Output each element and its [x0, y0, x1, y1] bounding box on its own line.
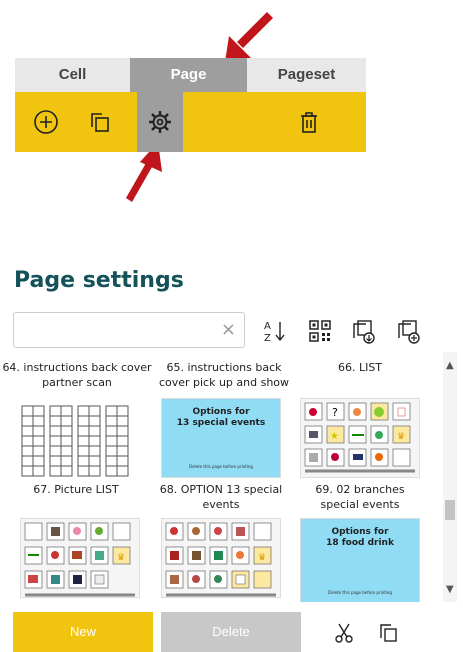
- tab-pageset[interactable]: Pageset: [247, 58, 366, 92]
- svg-text:★: ★: [330, 431, 339, 442]
- thumb-title-68: Options for 13 special events: [176, 407, 266, 428]
- search-field[interactable]: ×: [13, 312, 245, 348]
- search-input[interactable]: [20, 314, 224, 348]
- symbol-grid-thumbnail: ♛: [24, 522, 135, 597]
- copy-icon[interactable]: [378, 622, 400, 644]
- cut-icon[interactable]: [333, 622, 355, 644]
- page-thumb-67[interactable]: [16, 400, 134, 478]
- page-settings-button[interactable]: [137, 92, 183, 152]
- trash-icon: [301, 112, 317, 133]
- svg-text:♛: ♛: [258, 553, 266, 563]
- page-label-65[interactable]: 65. instructions back cover pick up and …: [154, 360, 294, 390]
- page-label-64[interactable]: 64. instructions back cover partner scan: [2, 360, 152, 390]
- svg-text:Z: Z: [264, 333, 271, 344]
- page-thumb-69[interactable]: ? ★ ♛: [300, 398, 420, 478]
- tab-cell[interactable]: Cell: [15, 58, 130, 92]
- page-title: Page settings: [14, 268, 184, 293]
- thumb-note-72: Delete this page before printing: [328, 590, 392, 595]
- grid-thumbnail: [21, 405, 129, 477]
- page-list[interactable]: 64. instructions back cover partner scan…: [0, 352, 443, 602]
- new-button[interactable]: New: [13, 612, 153, 652]
- scroll-down-icon[interactable]: ▼: [446, 584, 454, 595]
- export-icon[interactable]: [350, 318, 376, 344]
- sort-az-icon[interactable]: A Z: [262, 318, 288, 344]
- add-page-icon[interactable]: [395, 318, 421, 344]
- thumb-note-68: Delete this page before printing: [189, 464, 253, 469]
- delete-page-button[interactable]: [286, 92, 332, 152]
- qr-icon[interactable]: [307, 318, 333, 344]
- scroll-up-icon[interactable]: ▲: [446, 360, 454, 371]
- page-label-66[interactable]: 66. LIST: [300, 360, 420, 375]
- page-toolbar: [15, 92, 366, 152]
- page-thumb-68[interactable]: Options for 13 special events Delete thi…: [161, 398, 281, 478]
- scrollbar-thumb[interactable]: [445, 500, 455, 520]
- page-label-68[interactable]: 68. OPTION 13 special events: [158, 482, 284, 512]
- copy-page-button[interactable]: [77, 92, 123, 152]
- symbol-grid-thumbnail: ? ★ ♛: [304, 402, 415, 473]
- tab-page[interactable]: Page: [130, 58, 247, 92]
- scrollbar[interactable]: ▲ ▼: [443, 352, 457, 602]
- thumb-title-72: Options for 18 food drink: [326, 527, 394, 548]
- page-thumb-70[interactable]: ♛: [20, 518, 140, 598]
- add-icon: [34, 110, 58, 134]
- svg-text:♛: ♛: [117, 553, 125, 563]
- delete-button[interactable]: Delete: [161, 612, 301, 652]
- gear-icon: [149, 111, 171, 133]
- page-label-69[interactable]: 69. 02 branches special events: [296, 482, 424, 512]
- symbol-grid-thumbnail: ♛: [165, 522, 276, 597]
- clear-icon[interactable]: ×: [221, 319, 236, 340]
- copy-icon: [91, 113, 109, 132]
- page-label-67[interactable]: 67. Picture LIST: [16, 482, 136, 497]
- page-thumb-72[interactable]: Options for 18 food drink Delete this pa…: [300, 518, 420, 602]
- add-page-button[interactable]: [23, 92, 69, 152]
- svg-text:A: A: [264, 321, 271, 332]
- svg-text:♛: ♛: [397, 432, 405, 442]
- page-thumb-71[interactable]: ♛: [161, 518, 281, 598]
- svg-text:?: ?: [332, 406, 338, 419]
